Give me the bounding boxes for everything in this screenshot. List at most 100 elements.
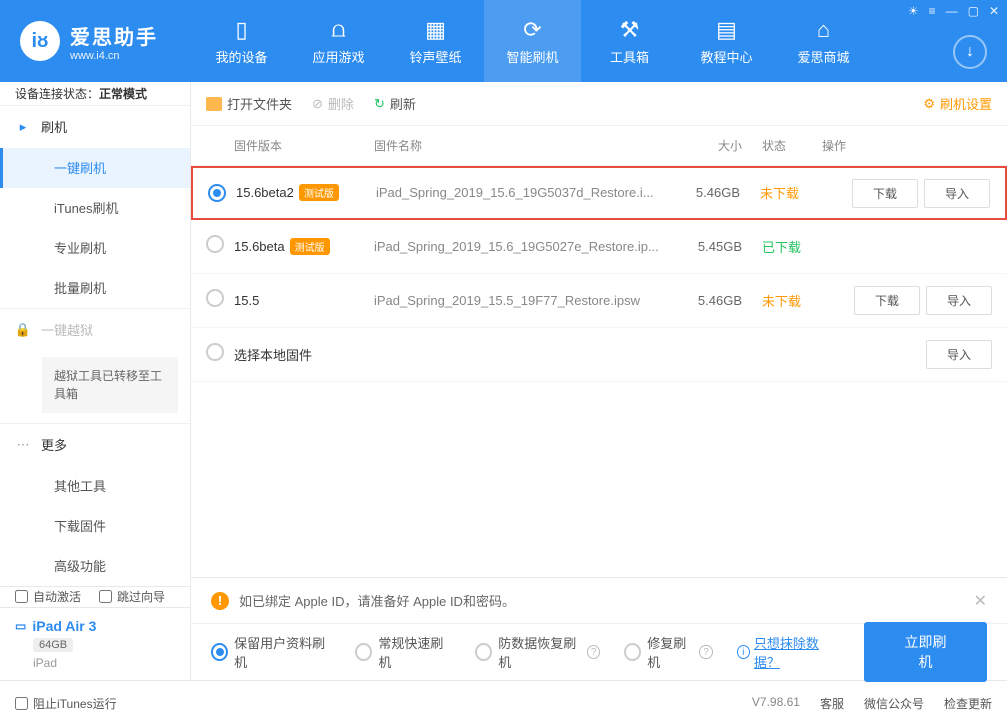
footer: 阻止iTunes运行 V7.98.61 客服 微信公众号 检查更新	[0, 680, 1007, 726]
beta-badge: 测试版	[290, 238, 330, 255]
nav-tabs: ▯我的设备 ⩍应用游戏 ▦铃声壁纸 ⟳智能刷机 ⚒工具箱 ▤教程中心 ⌂爱思商城	[193, 0, 872, 82]
menu-icon[interactable]: ≡	[929, 4, 936, 18]
logo[interactable]: iᴕ 爱思助手 www.i4.cn	[0, 21, 178, 62]
table-row[interactable]: 选择本地固件 导入	[191, 328, 1007, 382]
firmware-name: iPad_Spring_2019_15.6_19G5027e_Restore.i…	[374, 239, 659, 254]
download-progress-icon[interactable]: ↓	[953, 35, 987, 69]
download-button[interactable]: 下载	[852, 179, 918, 208]
table-row[interactable]: 15.5 iPad_Spring_2019_15.5_19F77_Restore.…	[191, 274, 1007, 328]
status-text: 未下载	[760, 186, 799, 201]
cart-icon: ⌂	[817, 17, 830, 43]
delete-button[interactable]: ⊘删除	[312, 94, 354, 113]
logo-icon: iᴕ	[20, 21, 60, 61]
row-radio[interactable]	[206, 343, 224, 361]
header: iᴕ 爱思助手 www.i4.cn ▯我的设备 ⩍应用游戏 ▦铃声壁纸 ⟳智能刷…	[0, 0, 1007, 82]
option-radio[interactable]	[355, 643, 372, 661]
download-button[interactable]: 下载	[854, 286, 920, 315]
lock-icon: 🔒	[15, 322, 31, 338]
local-firmware-label: 选择本地固件	[234, 348, 312, 363]
flash-mode-option[interactable]: 常规快速刷机	[355, 633, 451, 671]
size-text: 5.46GB	[698, 293, 742, 308]
option-radio[interactable]	[211, 643, 228, 661]
tab-store[interactable]: ⌂爱思商城	[775, 0, 872, 82]
tab-toolbox[interactable]: ⚒工具箱	[581, 0, 678, 82]
row-radio[interactable]	[206, 289, 224, 307]
sidebar-item-pro-flash[interactable]: 专业刷机	[0, 228, 190, 268]
alert-close-button[interactable]: ✕	[974, 591, 987, 611]
sidebar-item-download-firmware[interactable]: 下载固件	[0, 506, 190, 546]
sidebar-group-more[interactable]: ⋯ 更多	[0, 424, 190, 466]
sidebar-item-other-tools[interactable]: 其他工具	[0, 466, 190, 506]
device-type: iPad	[33, 656, 175, 670]
firmware-name: iPad_Spring_2019_15.6_19G5037d_Restore.i…	[376, 185, 654, 200]
folder-icon	[206, 97, 222, 111]
import-button[interactable]: 导入	[924, 179, 990, 208]
connection-status: 设备连接状态：正常模式	[0, 82, 190, 106]
tab-tutorial[interactable]: ▤教程中心	[678, 0, 775, 82]
minimize-icon[interactable]: —	[946, 4, 958, 18]
skip-guide-checkbox[interactable]: 跳过向导	[99, 588, 165, 605]
status-text: 已下载	[762, 240, 801, 255]
warning-icon: !	[211, 592, 229, 610]
tab-my-device[interactable]: ▯我的设备	[193, 0, 290, 82]
firmware-name: iPad_Spring_2019_15.5_19F77_Restore.ipsw	[374, 293, 640, 308]
refresh-button[interactable]: ↻刷新	[374, 94, 416, 113]
close-icon[interactable]: ✕	[989, 4, 999, 18]
import-button[interactable]: 导入	[926, 340, 992, 369]
tab-ringtone[interactable]: ▦铃声壁纸	[387, 0, 484, 82]
header-action: 操作	[822, 137, 992, 154]
version-text: 15.5	[234, 293, 259, 308]
sidebar-item-itunes-flash[interactable]: iTunes刷机	[0, 188, 190, 228]
options-row: 保留用户资料刷机常规快速刷机防数据恢复刷机?修复刷机? i只想抹除数据？ 立即刷…	[191, 624, 1007, 680]
sidebar-item-batch-flash[interactable]: 批量刷机	[0, 268, 190, 308]
open-folder-button[interactable]: 打开文件夹	[206, 94, 292, 113]
gear-icon: ⚙	[923, 96, 935, 112]
help-icon[interactable]: ?	[587, 645, 600, 659]
sidebar: 设备连接状态：正常模式 ▸ 刷机 一键刷机 iTunes刷机 专业刷机 批量刷机…	[0, 82, 191, 680]
device-panel[interactable]: iPad Air 3 64GB iPad	[0, 607, 190, 680]
tab-apps[interactable]: ⩍应用游戏	[290, 0, 387, 82]
footer-update[interactable]: 检查更新	[944, 695, 992, 712]
version-text: 15.6beta2	[236, 185, 294, 200]
auto-activate-row: 自动激活 跳过向导	[0, 586, 190, 607]
table-header: 固件版本 固件名称 大小 状态 操作	[191, 126, 1007, 166]
import-button[interactable]: 导入	[926, 286, 992, 315]
flash-mode-option[interactable]: 修复刷机?	[624, 633, 712, 671]
table-row[interactable]: 15.6beta2 测试版 iPad_Spring_2019_15.6_19G503…	[191, 166, 1007, 220]
header-version: 固件版本	[234, 137, 374, 154]
option-radio[interactable]	[624, 643, 641, 661]
logo-title: 爱思助手	[70, 21, 158, 50]
music-icon: ▦	[425, 17, 446, 43]
sidebar-group-flash[interactable]: ▸ 刷机	[0, 106, 190, 148]
flash-now-button[interactable]: 立即刷机	[864, 622, 987, 682]
skin-icon[interactable]: ☀	[908, 4, 919, 18]
row-radio[interactable]	[208, 184, 226, 202]
refresh-icon: ↻	[374, 96, 385, 112]
content: 打开文件夹 ⊘删除 ↻刷新 ⚙刷机设置 固件版本 固件名称 大小 状态 操作 1…	[191, 82, 1007, 680]
flash-icon: ▸	[15, 119, 31, 135]
row-radio[interactable]	[206, 235, 224, 253]
table-row[interactable]: 15.6beta测试版iPad_Spring_2019_15.6_19G5027…	[191, 220, 1007, 274]
sidebar-item-oneclick-flash[interactable]: 一键刷机	[0, 148, 190, 188]
auto-activate-checkbox[interactable]: 自动激活	[15, 588, 81, 605]
header-size: 大小	[662, 137, 742, 154]
tab-flash[interactable]: ⟳智能刷机	[484, 0, 581, 82]
footer-support[interactable]: 客服	[820, 695, 844, 712]
flash-mode-option[interactable]: 防数据恢复刷机?	[475, 633, 600, 671]
toolbar: 打开文件夹 ⊘删除 ↻刷新 ⚙刷机设置	[191, 82, 1007, 126]
beta-badge: 测试版	[299, 184, 339, 201]
more-icon: ⋯	[15, 437, 31, 453]
help-icon[interactable]: ?	[699, 645, 712, 659]
block-itunes-checkbox[interactable]: 阻止iTunes运行	[15, 695, 117, 712]
flash-mode-option[interactable]: 保留用户资料刷机	[211, 633, 331, 671]
maximize-icon[interactable]: ▢	[968, 4, 979, 18]
sidebar-item-advanced[interactable]: 高级功能	[0, 546, 190, 586]
device-storage: 64GB	[33, 638, 73, 652]
alert-row: ! 如已绑定 Apple ID，请准备好 Apple ID和密码。 ✕	[191, 578, 1007, 624]
flash-settings-button[interactable]: ⚙刷机设置	[923, 94, 992, 113]
bottom-panel: ! 如已绑定 Apple ID，请准备好 Apple ID和密码。 ✕ 保留用户…	[191, 577, 1007, 680]
footer-wechat[interactable]: 微信公众号	[864, 695, 924, 712]
version-label: V7.98.61	[752, 695, 800, 712]
option-radio[interactable]	[475, 643, 492, 661]
erase-data-link[interactable]: 只想抹除数据？	[754, 633, 840, 671]
